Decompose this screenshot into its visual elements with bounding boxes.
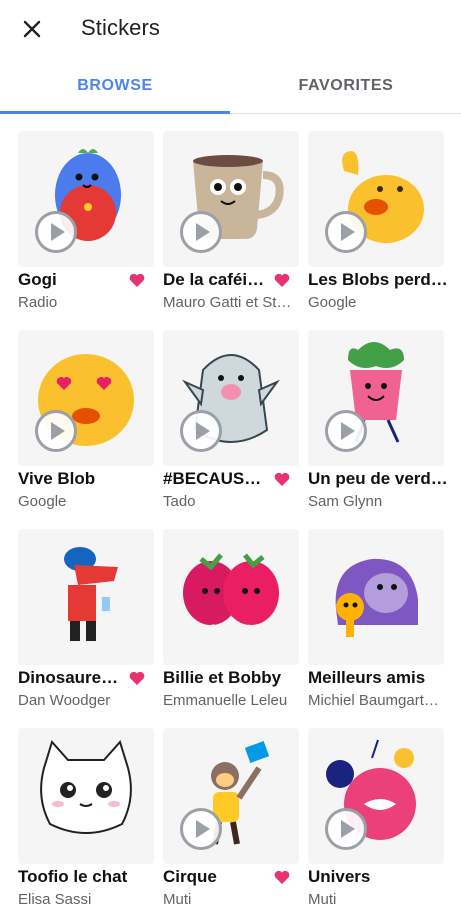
active-tab-indicator [0,111,230,114]
play-preview-button[interactable] [180,211,222,253]
play-icon [196,820,210,838]
pack-title-row: Les Blobs perd… [308,270,448,292]
favorite-heart-icon[interactable] [129,671,145,686]
cat-sticker-art [40,740,132,834]
play-preview-button[interactable] [35,211,77,253]
plant-pot-sticker-art [348,342,404,443]
coffee-cup-sticker-art [193,155,284,239]
sticker-thumbnail [18,330,154,466]
shark-sticker-art [181,354,281,443]
pack-title-row: Cirque [163,867,299,889]
sticker-thumbnail [163,728,299,864]
sticker-thumbnail [308,330,444,466]
top-app-bar: Stickers [0,0,461,58]
play-icon [341,820,355,838]
pack-name: Billie et Bobby [163,668,282,687]
dinosaur-sticker-art [64,547,118,641]
pack-title-row: Vive Blob [18,469,154,491]
play-preview-button[interactable] [180,808,222,850]
pack-name: Gogi [18,270,57,289]
sticker-thumbnail [18,131,154,267]
pack-title-row: De la caféi… [163,270,299,292]
pack-author: Elisa Sassi [18,891,92,908]
favorite-heart-icon[interactable] [274,870,290,885]
pack-author: Muti [163,891,192,908]
favorite-heart-icon[interactable] [274,472,290,487]
radish-duo-sticker-art [183,553,279,640]
pack-author: Emmanuelle Leleu [163,692,288,709]
play-icon [341,223,355,241]
pack-title-row: Dinosaure… [18,668,154,690]
tab-favorites[interactable]: FAVORITES [231,58,461,114]
sticker-thumbnail [18,728,154,864]
sticker-thumbnail [308,728,444,864]
sticker-thumbnail [18,529,154,665]
pack-author: Dan Woodger [18,692,111,709]
sticker-thumbnail [308,529,444,665]
tab-browse[interactable]: BROWSE [0,58,230,114]
pack-title-row: Toofio le chat [18,867,154,889]
sticker-thumbnail [163,330,299,466]
sticker-thumbnail [163,131,299,267]
pack-title-row: Un peu de verd… [308,469,448,491]
pack-title-row: Meilleurs amis [308,668,444,690]
play-preview-button[interactable] [325,410,367,452]
play-icon [51,223,65,241]
pack-name: Dinosaure… [18,668,119,687]
pack-title-row: Gogi [18,270,154,292]
play-icon [341,422,355,440]
pack-author: Mauro Gatti et St… [163,294,292,311]
pack-author: Google [18,493,67,510]
play-preview-button[interactable] [180,410,222,452]
page-title: Stickers [81,15,161,40]
circus-monkey-sticker-art [211,741,270,845]
best-friends-sticker-art [335,558,418,637]
pack-name: De la caféi… [163,270,265,289]
play-preview-button[interactable] [325,808,367,850]
pack-name: Cirque [163,867,217,886]
gogi-sticker-art [55,149,121,241]
favorite-heart-icon[interactable] [274,273,290,288]
pack-name: Les Blobs perd… [308,270,448,289]
pack-author: Sam Glynn [308,493,383,510]
pack-author: Michiel Baumgart… [308,692,439,709]
pack-title-row: #BECAUS… [163,469,299,491]
pack-author: Muti [308,891,337,908]
pack-name: Un peu de verd… [308,469,448,488]
play-icon [196,223,210,241]
pack-author: Google [308,294,357,311]
play-icon [51,422,65,440]
pack-name: #BECAUS… [163,469,262,488]
universe-sticker-art [326,739,416,840]
pack-name: Toofio le chat [18,867,128,886]
close-icon [23,20,41,38]
close-button[interactable] [16,13,48,45]
favorite-heart-icon[interactable] [129,273,145,288]
pack-name: Vive Blob [18,469,96,488]
play-preview-button[interactable] [325,211,367,253]
play-preview-button[interactable] [35,410,77,452]
pack-name: Univers [308,867,371,886]
heart-eyes-blob-sticker-art [38,354,134,446]
blob-wave-sticker-art [342,151,424,243]
play-icon [196,422,210,440]
pack-name: Meilleurs amis [308,668,426,687]
pack-author: Tado [163,493,196,510]
sticker-thumbnail [163,529,299,665]
tab-bar: BROWSE FAVORITES [0,58,461,114]
pack-title-row: Billie et Bobby [163,668,299,690]
sticker-thumbnail [308,131,444,267]
pack-title-row: Univers [308,867,444,889]
pack-author: Radio [18,294,58,311]
